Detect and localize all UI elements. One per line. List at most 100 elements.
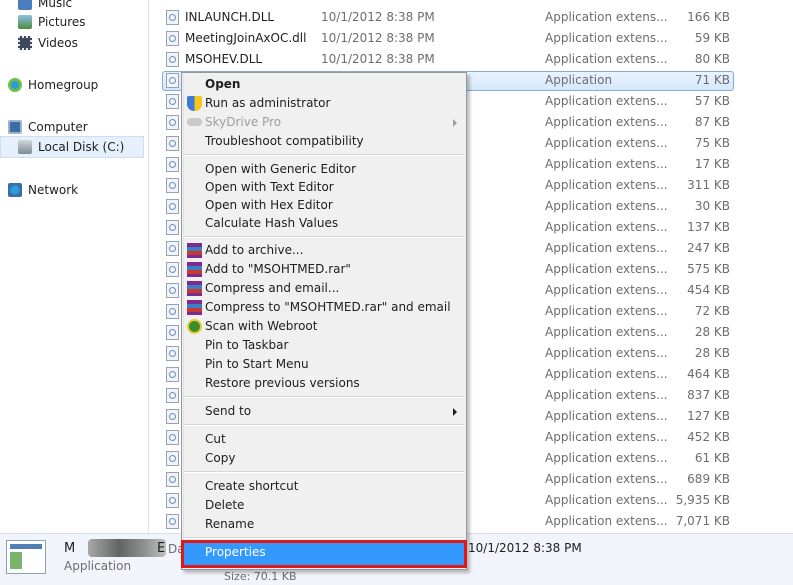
menu-item-label: SkyDrive Pro <box>205 115 282 129</box>
cloud-icon <box>187 118 202 126</box>
dll-file-icon <box>166 73 179 88</box>
file-size: 452 KB <box>687 430 730 444</box>
dll-file-icon <box>166 493 179 508</box>
menu-item-label: Restore previous versions <box>205 376 360 390</box>
file-row[interactable]: INLAUNCH.DLL 10/1/2012 8:38 PM Application… <box>149 7 793 28</box>
menu-item-cut[interactable]: Cut <box>183 430 465 449</box>
nav-item-homegroup[interactable]: Homegroup <box>8 76 143 94</box>
menu-item-label: Add to "MSOHTMED.rar" <box>205 262 351 276</box>
nav-item-computer[interactable]: Computer <box>8 118 143 136</box>
winrar-icon <box>187 243 202 258</box>
menu-item-run-as-admin[interactable]: Run as administrator <box>183 94 465 113</box>
menu-item-label: Add to archive... <box>205 243 304 257</box>
dll-file-icon <box>166 367 179 382</box>
details-name-start: M <box>64 541 76 556</box>
dll-file-icon <box>166 346 179 361</box>
menu-item-calculate-hash[interactable]: Calculate Hash Values <box>183 214 465 233</box>
dll-file-icon <box>166 388 179 403</box>
dll-file-icon <box>166 115 179 130</box>
dll-file-icon <box>166 325 179 340</box>
menu-item-label: Open with Hex Editor <box>205 198 333 212</box>
menu-item-open-hex-editor[interactable]: Open with Hex Editor <box>183 196 465 215</box>
dll-file-icon <box>166 136 179 151</box>
menu-item-label: Open <box>205 77 241 91</box>
submenu-arrow-icon <box>453 408 457 416</box>
submenu-arrow-icon <box>453 119 457 127</box>
menu-item-label: Pin to Taskbar <box>205 338 289 352</box>
nav-item-label: Videos <box>38 36 78 50</box>
file-size: 72 KB <box>694 304 730 318</box>
file-size: 247 KB <box>687 241 730 255</box>
file-size: 59 KB <box>694 31 730 45</box>
dll-file-icon <box>166 52 179 67</box>
menu-item-delete[interactable]: Delete <box>183 496 465 515</box>
menu-item-copy[interactable]: Copy <box>183 449 465 468</box>
file-size: 80 KB <box>694 52 730 66</box>
application-thumbnail-icon <box>6 540 46 574</box>
dll-file-icon <box>166 472 179 487</box>
nav-item-music[interactable]: Music <box>18 0 138 12</box>
nav-item-label: Network <box>28 183 79 197</box>
menu-item-rename[interactable]: Rename <box>183 515 465 534</box>
file-size: 5,935 KB <box>675 493 730 507</box>
menu-item-pin-taskbar[interactable]: Pin to Taskbar <box>183 336 465 355</box>
menu-item-pin-start-menu[interactable]: Pin to Start Menu <box>183 355 465 374</box>
menu-separator <box>184 396 464 398</box>
details-date-value: 10/1/2012 8:38 PM <box>468 541 582 555</box>
file-size: 28 KB <box>694 346 730 360</box>
details-name-end: E <box>157 541 166 556</box>
menu-item-create-shortcut[interactable]: Create shortcut <box>183 477 465 496</box>
menu-item-label: Open with Text Editor <box>205 180 334 194</box>
menu-item-label: Copy <box>205 451 236 465</box>
file-size: 17 KB <box>694 157 730 171</box>
menu-item-open-generic-editor[interactable]: Open with Generic Editor <box>183 160 465 179</box>
menu-item-add-to-archive[interactable]: Add to archive... <box>183 241 465 260</box>
menu-item-label: Compress to "MSOHTMED.rar" and email <box>205 300 451 314</box>
annotation-highlight-box <box>181 540 467 568</box>
file-row[interactable]: MeetingJoinAxOC.dll 10/1/2012 8:38 PM Appl… <box>149 28 793 49</box>
file-size: 166 KB <box>687 10 730 24</box>
nav-item-videos[interactable]: Videos <box>18 34 138 52</box>
dll-file-icon <box>166 157 179 172</box>
menu-item-label: Pin to Start Menu <box>205 357 309 371</box>
file-size: 87 KB <box>694 115 730 129</box>
menu-item-open[interactable]: Open <box>183 75 465 94</box>
menu-item-troubleshoot[interactable]: Troubleshoot compatibility <box>183 132 465 151</box>
webroot-icon <box>187 319 202 334</box>
menu-item-compress-rar-and-email[interactable]: Compress to "MSOHTMED.rar" and email <box>183 298 465 317</box>
menu-item-open-text-editor[interactable]: Open with Text Editor <box>183 178 465 197</box>
menu-item-scan-webroot[interactable]: Scan with Webroot <box>183 317 465 336</box>
file-size: 689 KB <box>687 472 730 486</box>
nav-item-label: Computer <box>28 120 88 134</box>
nav-item-pictures[interactable]: Pictures <box>18 13 138 31</box>
menu-item-label: Cut <box>205 432 226 446</box>
drive-icon <box>18 140 32 154</box>
dll-file-icon <box>166 241 179 256</box>
network-icon <box>8 183 22 197</box>
menu-item-send-to[interactable]: Send to <box>183 402 465 421</box>
dll-file-icon <box>166 220 179 235</box>
file-date: 10/1/2012 8:38 PM <box>321 52 435 66</box>
file-size: 454 KB <box>687 283 730 297</box>
dll-file-icon <box>166 10 179 25</box>
music-icon <box>18 0 32 10</box>
menu-item-add-to-rar[interactable]: Add to "MSOHTMED.rar" <box>183 260 465 279</box>
menu-item-label: Run as administrator <box>205 96 331 110</box>
dll-file-icon <box>166 451 179 466</box>
menu-item-label: Calculate Hash Values <box>205 216 339 230</box>
file-row[interactable]: MSOHEV.DLL 10/1/2012 8:38 PM Application e… <box>149 49 793 70</box>
nav-item-local-disk[interactable]: Local Disk (C:) <box>0 136 144 158</box>
nav-item-network[interactable]: Network <box>8 181 143 199</box>
menu-item-compress-and-email[interactable]: Compress and email... <box>183 279 465 298</box>
winrar-icon <box>187 300 202 315</box>
menu-item-skydrive-pro: SkyDrive Pro <box>183 113 465 132</box>
menu-item-label: Open with Generic Editor <box>205 162 357 176</box>
file-size: 75 KB <box>694 136 730 150</box>
file-date: 10/1/2012 8:38 PM <box>321 31 435 45</box>
redacted-filename <box>88 539 166 557</box>
menu-item-label: Troubleshoot compatibility <box>205 134 364 148</box>
file-size: 464 KB <box>687 367 730 381</box>
menu-item-restore-previous-versions[interactable]: Restore previous versions <box>183 374 465 393</box>
menu-separator <box>184 236 464 238</box>
menu-separator <box>184 537 464 539</box>
